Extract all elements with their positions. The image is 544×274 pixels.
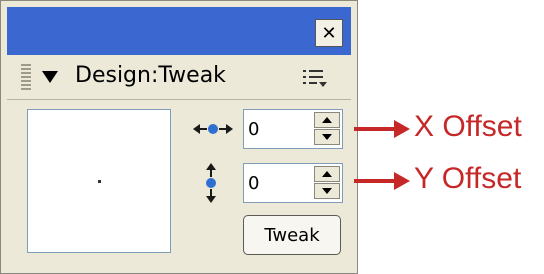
close-button[interactable]: ✕ — [315, 19, 343, 47]
y-offset-up-button[interactable] — [314, 166, 340, 182]
panel-title: Design:Tweak — [75, 63, 226, 88]
y-offset-input[interactable] — [248, 170, 308, 196]
chevron-up-icon — [322, 117, 332, 123]
y-offset-annotation: Y Offset — [414, 162, 522, 195]
tweak-button[interactable]: Tweak — [243, 215, 341, 255]
chevron-down-icon — [322, 188, 332, 194]
horizontal-offset-icon — [193, 124, 233, 134]
preview-dot — [98, 180, 101, 183]
chevron-down-icon — [322, 134, 332, 140]
y-offset-down-button[interactable] — [314, 183, 340, 199]
gripper-icon[interactable] — [21, 64, 31, 92]
x-offset-input[interactable] — [248, 116, 308, 142]
preview-box — [27, 109, 171, 253]
chevron-up-icon — [322, 171, 332, 177]
collapse-triangle-icon[interactable] — [41, 69, 59, 85]
x-offset-down-button[interactable] — [314, 129, 340, 145]
panel-titlebar[interactable]: ✕ — [7, 7, 351, 55]
options-menu-icon[interactable] — [301, 67, 329, 91]
y-offset-arrow — [354, 172, 410, 190]
header-divider — [7, 99, 351, 100]
tweak-panel: ✕ Design:Tweak 0 0 Tweak — [0, 0, 358, 274]
x-offset-up-button[interactable] — [314, 112, 340, 128]
x-offset-spinner[interactable] — [314, 112, 340, 146]
x-offset-arrow — [354, 120, 410, 138]
x-offset-field[interactable] — [243, 109, 343, 149]
y-offset-field[interactable] — [243, 163, 343, 203]
vertical-offset-icon — [206, 163, 216, 203]
x-offset-annotation: X Offset — [414, 110, 522, 143]
close-icon: ✕ — [321, 22, 337, 44]
y-offset-spinner[interactable] — [314, 166, 340, 200]
